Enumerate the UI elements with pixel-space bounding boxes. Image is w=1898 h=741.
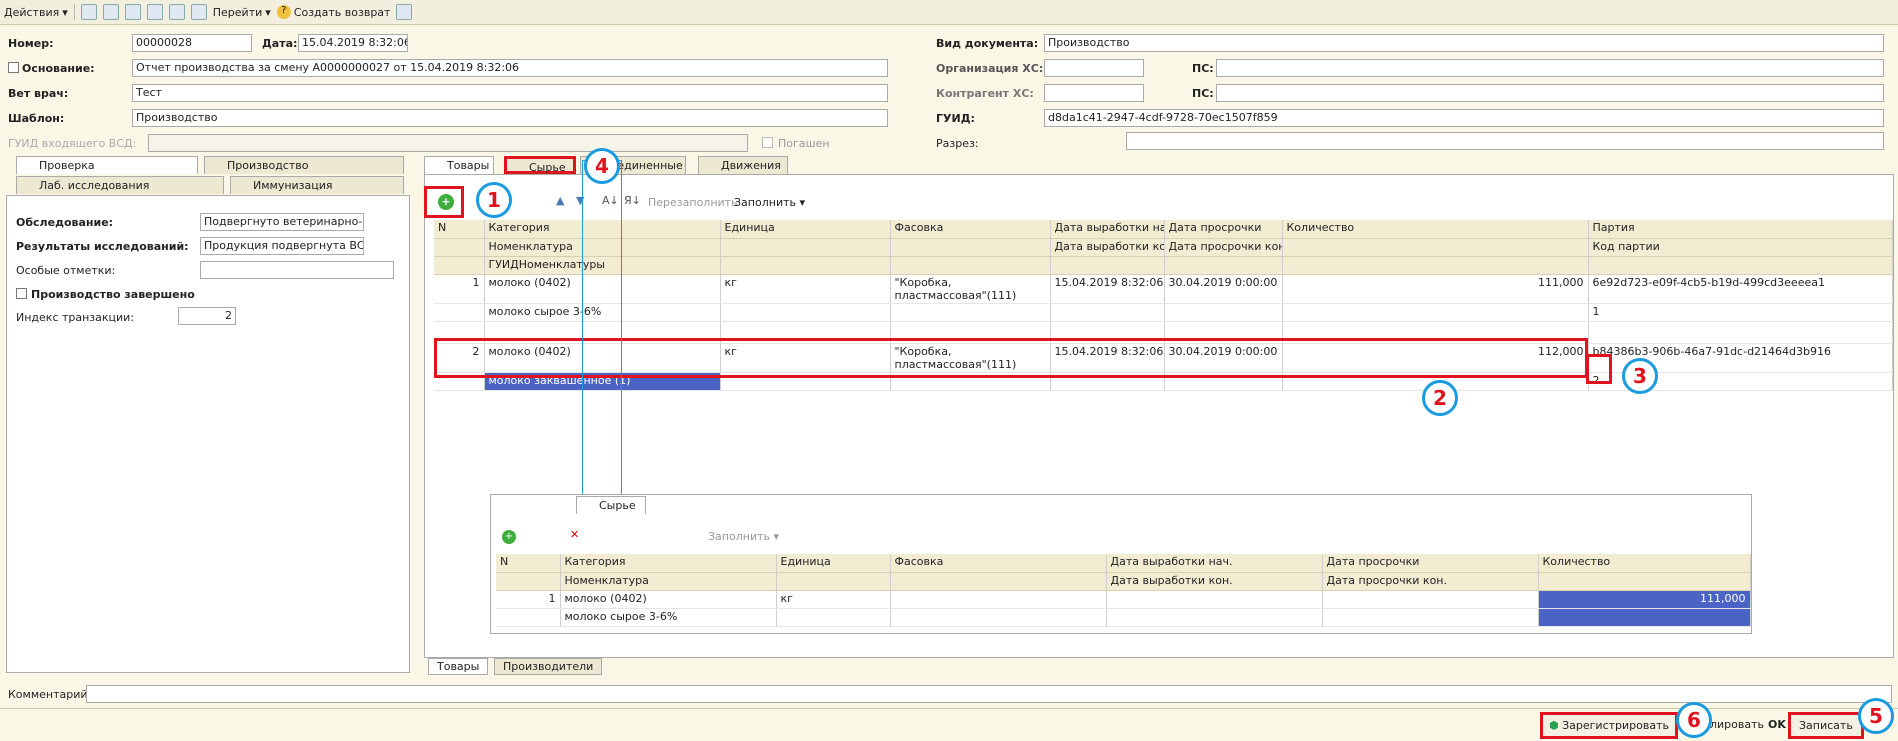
- highlight-code: [1586, 354, 1612, 384]
- publish-button[interactable]: лировать: [1710, 718, 1764, 731]
- template-label: Шаблон:: [8, 112, 65, 125]
- highlight-add: [424, 186, 464, 218]
- table-row[interactable]: 1 молоко (0402) кг 111,000: [496, 590, 1751, 609]
- col-prod-end[interactable]: Дата выработки кон.: [1050, 238, 1165, 257]
- notes-field[interactable]: [200, 261, 394, 279]
- fill-button[interactable]: Заполнить ▾: [734, 196, 805, 209]
- print-icon[interactable]: [396, 4, 413, 20]
- table-row[interactable]: 1 молоко (0402) кг "Коробка, пластмассовая"…: [434, 274, 1893, 304]
- guid-label: ГУИД:: [936, 112, 975, 125]
- separator: [73, 4, 75, 20]
- org-label: Организация ХС:: [936, 62, 1044, 75]
- comment-label: Комментарий:: [8, 688, 92, 701]
- vet-field[interactable]: Тест: [132, 84, 888, 102]
- post-icon[interactable]: [80, 4, 97, 20]
- callout-1: 1: [476, 182, 512, 218]
- callout-connector: [582, 160, 622, 520]
- ps-field[interactable]: [1216, 59, 1884, 77]
- results-label: Результаты исследований:: [16, 240, 189, 253]
- inset-table: N Категория Единица Фасовка Дата выработки н…: [496, 554, 1751, 627]
- tab-raw[interactable]: Сырье: [504, 156, 576, 174]
- ps2-field[interactable]: [1216, 84, 1884, 102]
- comment-field[interactable]: [86, 685, 1892, 703]
- done-checkbox[interactable]: [16, 288, 27, 299]
- help-icon: ?: [276, 5, 291, 19]
- goto-icon[interactable]: [190, 4, 207, 20]
- date-label: Дата:: [262, 37, 298, 50]
- doc-type-label: Вид документа:: [936, 37, 1039, 50]
- basis-checkbox[interactable]: [8, 62, 19, 73]
- command-bar: Действия ▾ Перейти ▾ ? Создать возврат: [0, 0, 1898, 25]
- copy-icon[interactable]: [124, 4, 141, 20]
- guid-field[interactable]: d8da1c41-2947-4cdf-9728-70ec1507f859: [1044, 109, 1884, 127]
- doc-type-field[interactable]: Производство: [1044, 34, 1884, 52]
- guid-in-label: ГУИД входящего ВСД:: [8, 137, 137, 150]
- tab-immunization[interactable]: Иммунизация: [230, 176, 404, 194]
- refresh-icon[interactable]: [102, 4, 119, 20]
- number-field[interactable]: 00000028: [132, 34, 252, 52]
- callout-4: 4: [584, 148, 620, 184]
- goto-menu[interactable]: Перейти ▾: [213, 6, 271, 19]
- ps2-label: ПС:: [1192, 87, 1214, 100]
- inset-add-icon[interactable]: +: [502, 530, 516, 544]
- col-batch[interactable]: Партия: [1588, 220, 1893, 239]
- notes-label: Особые отметки:: [16, 264, 116, 277]
- bottom-tab-producers[interactable]: Производители: [494, 658, 603, 675]
- date-field[interactable]: 15.04.2019 8:32:06: [298, 34, 408, 52]
- tx-field[interactable]: 2: [178, 307, 236, 325]
- col-exp-end[interactable]: Дата просрочки кон.: [1164, 238, 1283, 257]
- inset-fill-button[interactable]: Заполнить ▾: [708, 530, 779, 543]
- col-pack[interactable]: Фасовка: [890, 220, 1051, 239]
- callout-5: 5: [1858, 698, 1894, 734]
- tab-movements[interactable]: Движения: [698, 156, 788, 174]
- ps-label: ПС:: [1192, 62, 1214, 75]
- tab-production[interactable]: Производство: [204, 156, 404, 174]
- tx-label: Индекс транзакции:: [16, 311, 135, 324]
- done-label: Производство завершено: [31, 288, 195, 301]
- contragent-label: Контрагент ХС:: [936, 87, 1034, 100]
- sort-desc-icon[interactable]: Я↓: [624, 194, 641, 207]
- basis-label: Основание:: [22, 62, 95, 75]
- create-return-button[interactable]: ? Создать возврат: [276, 5, 390, 19]
- delete-icon[interactable]: [168, 4, 185, 20]
- tab-check[interactable]: Проверка: [16, 156, 198, 174]
- org-field[interactable]: [1044, 59, 1144, 77]
- col-qty[interactable]: Количество: [1282, 220, 1589, 239]
- col-exp[interactable]: Дата просрочки: [1164, 220, 1283, 239]
- register-button[interactable]: ⬢ Зарегистрировать: [1540, 712, 1678, 739]
- vet-label: Вет врач:: [8, 87, 69, 100]
- new-icon[interactable]: [146, 4, 163, 20]
- col-n[interactable]: N: [434, 220, 485, 239]
- contragent-field[interactable]: [1044, 84, 1144, 102]
- ok-button[interactable]: OK: [1768, 718, 1786, 731]
- number-label: Номер:: [8, 37, 54, 50]
- guid-in-field[interactable]: [148, 134, 748, 152]
- cut-field[interactable]: [1126, 132, 1884, 150]
- exam-label: Обследование:: [16, 216, 114, 229]
- template-field[interactable]: Производство: [132, 109, 888, 127]
- basis-field[interactable]: Отчет производства за смену A0000000027 …: [132, 59, 888, 77]
- callout-3: 3: [1622, 358, 1658, 394]
- col-prod-start[interactable]: Дата выработки нач.: [1050, 220, 1165, 239]
- col-unit[interactable]: Единица: [720, 220, 891, 239]
- actions-menu[interactable]: Действия ▾: [4, 6, 68, 19]
- repaid-label: Погашен: [778, 137, 830, 150]
- tab-lab[interactable]: Лаб. исследования: [16, 176, 224, 194]
- move-up-icon[interactable]: ▲: [556, 194, 564, 207]
- tab-goods[interactable]: Товары: [424, 156, 494, 174]
- results-field[interactable]: Продукция подвергнута ВСЭ в п: [200, 237, 364, 255]
- save-button[interactable]: Записать: [1788, 712, 1864, 739]
- inset-delete-icon[interactable]: ✕: [570, 528, 579, 541]
- inset-tab-raw[interactable]: Сырье: [576, 496, 646, 514]
- repaid-checkbox[interactable]: [762, 137, 773, 148]
- exam-field[interactable]: Подвергнуто ветеринарно-сани: [200, 213, 364, 231]
- callout-6: 6: [1676, 702, 1712, 738]
- divider: [0, 708, 1898, 709]
- col-batch-code[interactable]: Код партии: [1588, 238, 1893, 257]
- callout-2: 2: [1422, 380, 1458, 416]
- shield-icon: ⬢: [1549, 719, 1559, 732]
- cut-label: Разрез:: [936, 137, 979, 150]
- bottom-tab-goods[interactable]: Товары: [428, 658, 489, 675]
- refill-button[interactable]: Перезаполнить: [648, 196, 738, 209]
